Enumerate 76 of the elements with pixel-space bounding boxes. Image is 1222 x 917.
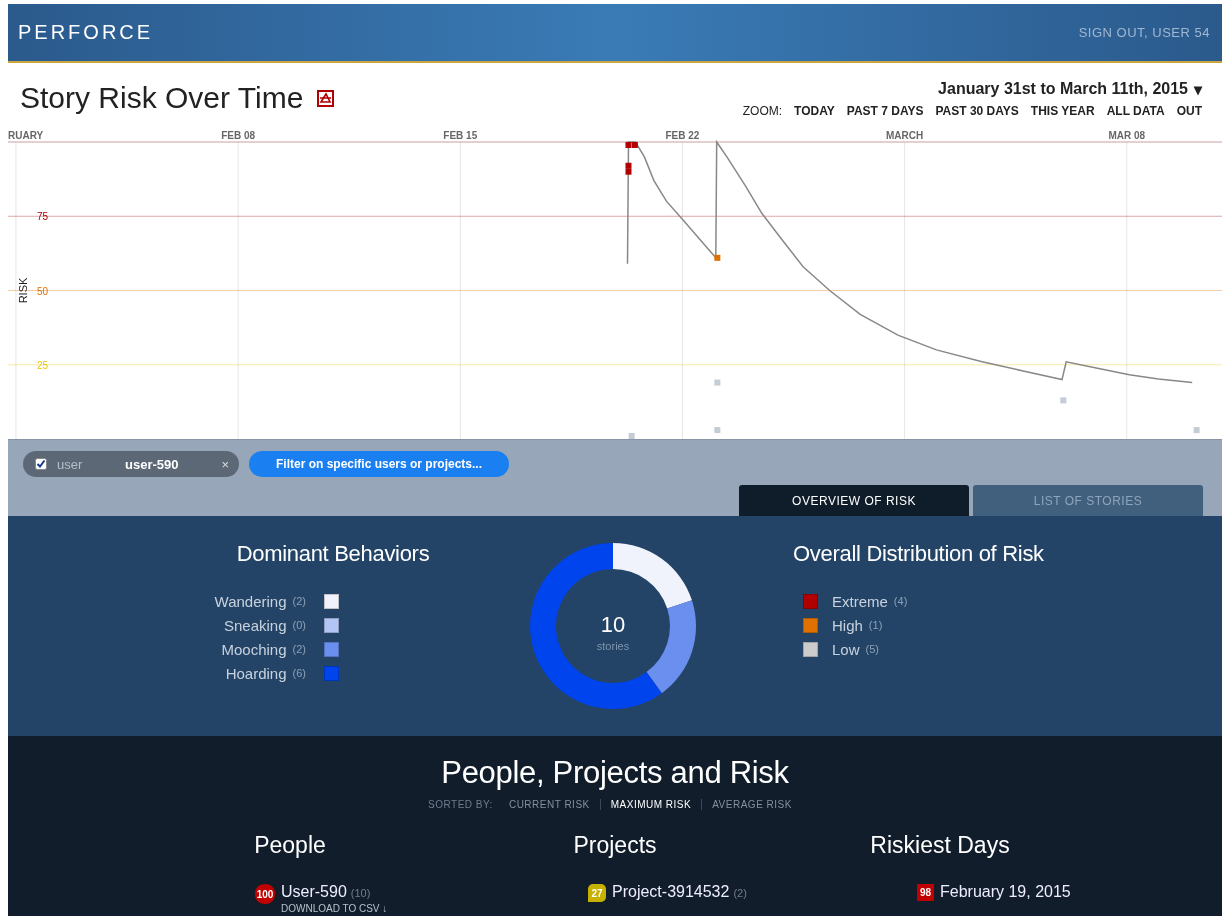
x-axis-label: MAR 08: [1108, 130, 1146, 141]
date-range[interactable]: January 31st to March 11th, 2015: [938, 80, 1188, 99]
chip-value: user-590: [125, 456, 180, 472]
x-axis-label: RUARY: [8, 130, 44, 141]
legend-label: Hoarding: [225, 664, 287, 682]
sort-link[interactable]: AVERAGE RISK: [701, 799, 802, 810]
donut-slice[interactable]: [613, 543, 692, 609]
legend-label: Low: [832, 640, 860, 658]
risk-marker[interactable]: [631, 141, 638, 148]
risk-marker[interactable]: [625, 141, 632, 148]
tab[interactable]: OVERVIEW OF RISK: [739, 485, 969, 516]
legend-count: (2): [292, 643, 306, 655]
column-title: Riskiest Days: [869, 832, 1011, 859]
zoom-link[interactable]: PAST 7 DAYS: [846, 104, 924, 118]
y-axis-label: 25: [36, 359, 48, 371]
risk-marker[interactable]: [714, 379, 721, 386]
legend-label: Extreme: [832, 592, 888, 610]
legend-count: (4): [893, 595, 908, 607]
risk-marker[interactable]: [714, 254, 721, 261]
zoom-link[interactable]: PAST 30 DAYS: [935, 104, 1019, 118]
item-count: (2): [733, 887, 747, 899]
risk-marker[interactable]: [1060, 397, 1067, 404]
zoom-link[interactable]: ALL DATA: [1106, 104, 1165, 118]
y-axis-label: 75: [36, 211, 48, 223]
page-title: Story Risk Over Time: [20, 81, 304, 115]
section-title: Dominant Behaviors: [235, 541, 431, 567]
legend-count: (0): [292, 619, 306, 631]
risk-marker[interactable]: [625, 162, 632, 169]
risk-marker[interactable]: [628, 433, 635, 439]
checkbox[interactable]: [35, 458, 47, 470]
x-axis-label: MARCH: [886, 130, 924, 141]
risk-marker[interactable]: [1193, 427, 1200, 434]
x-axis-label: FEB 15: [443, 130, 478, 141]
risk-badge: 100: [255, 884, 275, 904]
filter-button[interactable]: Filter on specific users or projects...: [249, 451, 509, 477]
x-axis-label: FEB 08: [221, 130, 256, 141]
column-title: People: [253, 832, 327, 859]
axis-title: RISK: [17, 277, 29, 304]
item-count: (10): [350, 887, 371, 899]
x-axis-label: FEB 22: [665, 130, 700, 141]
donut-slice[interactable]: [646, 600, 696, 694]
zoom-link[interactable]: OUT: [1176, 104, 1202, 118]
donut-total: 10: [600, 612, 626, 637]
legend-label: High: [832, 616, 863, 634]
legend-count: (2): [292, 595, 306, 607]
sort-link[interactable]: CURRENT RISK: [498, 799, 600, 810]
zoom-link[interactable]: TODAY: [794, 104, 835, 118]
column-title: Projects: [572, 832, 658, 859]
legend-count: (6): [292, 667, 306, 679]
item-name[interactable]: Project-3914532: [612, 883, 730, 900]
section-title: Overall Distribution of Risk: [793, 541, 1044, 567]
download-link[interactable]: DOWNLOAD TO CSV ↓: [281, 903, 388, 914]
y-axis-label: 50: [36, 285, 48, 297]
zoom-link[interactable]: THIS YEAR: [1030, 104, 1095, 118]
legend-count: (5): [865, 643, 879, 655]
remove-icon[interactable]: ×: [221, 456, 229, 472]
risk-marker[interactable]: [714, 427, 721, 434]
legend-label: Sneaking: [224, 616, 287, 634]
zoom-label: ZOOM:: [742, 104, 783, 118]
chip-field: user: [57, 456, 125, 472]
donut-slice[interactable]: [530, 543, 662, 709]
donut-unit: stories: [596, 640, 630, 652]
risk-badge: 27: [588, 884, 606, 902]
caret-icon[interactable]: ▾: [1194, 80, 1202, 99]
risk-badge: 98: [917, 884, 934, 901]
item-name[interactable]: User-590: [281, 883, 347, 900]
sort-link[interactable]: MAXIMUM RISK: [599, 799, 702, 810]
sort-label: SORTED BY:: [428, 799, 493, 810]
logo: PERFORCE: [18, 21, 154, 44]
legend-label: Mooching: [221, 640, 287, 658]
section-title: People, Projects and Risk: [440, 754, 790, 791]
legend-count: (1): [868, 619, 883, 631]
pdf-icon[interactable]: [317, 89, 336, 107]
risk-marker[interactable]: [625, 168, 632, 175]
item-name[interactable]: February 19, 2015: [940, 883, 1071, 900]
legend-label: Wandering: [214, 592, 287, 610]
